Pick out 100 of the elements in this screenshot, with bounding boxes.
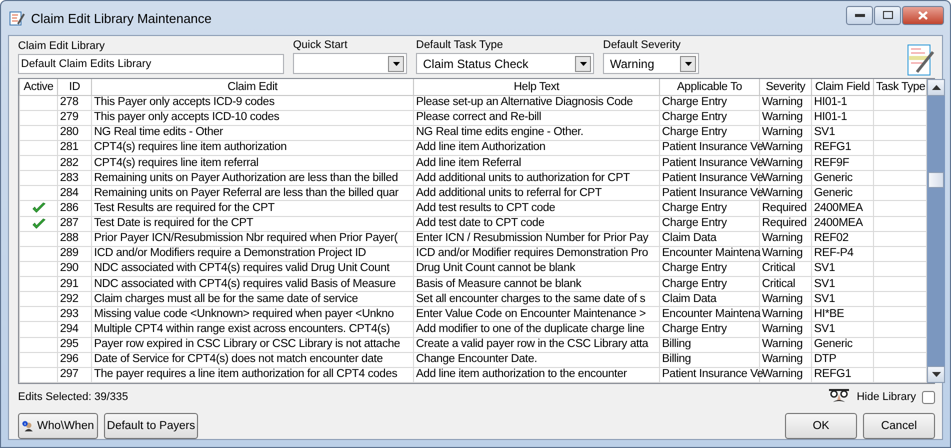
table-cell: Generic [812, 170, 874, 186]
table-cell: Charge Entry [660, 200, 760, 216]
caret-icon [684, 62, 692, 66]
field-label: Default Task Type [416, 38, 504, 52]
table-cell: Warning [760, 125, 812, 140]
table-cell: 296 [58, 352, 92, 368]
field-label: Quick Start [293, 38, 348, 52]
column-header[interactable]: Claim Edit [92, 79, 414, 95]
table-cell: REF-P4 [812, 246, 874, 262]
column-header[interactable]: Claim Field [812, 79, 874, 95]
table-cell: Warning [760, 352, 812, 368]
column-header[interactable]: Help Text [414, 79, 660, 95]
table-cell: Payer row expired in CSC Library or CSC Library is not attache [92, 337, 414, 352]
table-cell: Claim Data [660, 292, 760, 307]
table-cell: Please correct and Re-bill [414, 110, 660, 126]
table-cell: Prior Payer ICN/Resubmission Nbr required when Prior Payer( [92, 231, 414, 246]
app-icon [9, 10, 25, 26]
table-cell: 286 [58, 200, 92, 216]
table-cell: Billing [660, 337, 760, 352]
table-cell: REFG1 [812, 367, 874, 382]
table-cell: Billing [660, 352, 760, 368]
table-cell: Add line item authorization to the encounter [414, 367, 660, 382]
table-cell: 2400MEA [812, 216, 874, 232]
table-cell: Add line item Referral [414, 156, 660, 171]
table-cell: Warning [760, 95, 812, 110]
table-cell: SV1 [812, 292, 874, 307]
table-cell: Charge Entry [660, 322, 760, 337]
table-cell: Encounter Maintena [660, 246, 760, 262]
table-cell: Add test results to CPT code [414, 200, 660, 216]
table-cell: Warning [760, 337, 812, 352]
maximize-button[interactable] [874, 6, 901, 24]
column-header[interactable]: Severity [760, 79, 812, 95]
table-cell: Set all encounter charges to the same date of s [414, 292, 660, 307]
dropdown-button[interactable] [575, 56, 591, 72]
text-field[interactable]: Default Claim Edits Library [18, 54, 284, 74]
table-cell: 297 [58, 367, 92, 382]
scrollbar-thumb[interactable] [928, 172, 944, 188]
table-cell: Test Results are required for the CPT [92, 200, 414, 216]
table-cell: 284 [58, 186, 92, 201]
table-cell: Multiple CPT4 within range exist across encounters. CPT4(s) [92, 322, 414, 337]
table-cell: ICD and/or Modifiers require a Demonstration Project ID [92, 246, 414, 262]
table-cell: REF02 [812, 231, 874, 246]
table-cell: CPT4(s) requires line item authorization [92, 140, 414, 156]
column-header[interactable]: Task Type [874, 79, 926, 95]
table-cell: NDC associated with CPT4(s) requires valid Drug Unit Count [92, 261, 414, 276]
scroll-up-arrow-icon[interactable] [932, 85, 940, 90]
table-cell: Test Date is required for the CPT [92, 216, 414, 232]
minimize-button[interactable] [846, 6, 873, 24]
table-cell: Missing value code <Unknown> required when payer <Unkno [92, 306, 414, 322]
dropdown-button[interactable] [388, 56, 404, 72]
vertical-scrollbar[interactable] [927, 79, 945, 383]
document-edit-icon[interactable] [907, 44, 935, 76]
table-cell: The payer requires a line item authorization for all CPT4 codes [92, 367, 414, 382]
table-cell: 294 [58, 322, 92, 337]
status-text: Edits Selected: 39/335 [18, 391, 128, 403]
caret-icon [580, 62, 586, 66]
table-cell: Charge Entry [660, 110, 760, 126]
table-cell: NG Real time edits - Other [92, 125, 414, 140]
table-cell: ICD and/or Modifier requires Demonstration Pro [414, 246, 660, 262]
dropdown-field[interactable] [293, 53, 407, 74]
table-cell: Warning [760, 110, 812, 126]
dialog-button[interactable]: Default to Payers [104, 413, 198, 439]
table-cell: Claim charges must all be for the same date of service [92, 292, 414, 307]
hide-library-checkbox[interactable] [922, 390, 935, 404]
table-cell: Enter Value Code on Encounter Maintenance > [414, 306, 660, 322]
scroll-down-arrow-icon[interactable] [932, 372, 940, 377]
minimize-icon [854, 14, 864, 16]
table-cell: HI*BE [812, 306, 874, 322]
table-cell: 280 [58, 125, 92, 140]
table-cell: DTP [812, 352, 874, 368]
dialog-button[interactable]: OK [785, 413, 857, 439]
table-cell: 291 [58, 276, 92, 292]
column-header[interactable]: ID [58, 79, 92, 95]
table-cell: This payer only accepts ICD-10 codes [92, 110, 414, 126]
table-cell: Date of Service for CPT4(s) does not match encounter date [92, 352, 414, 368]
column-header[interactable]: Applicable To [660, 79, 760, 95]
close-button[interactable] [902, 6, 944, 24]
dropdown-field[interactable]: Warning [603, 53, 699, 74]
table-cell: HI01-1 [812, 95, 874, 110]
table-cell: REFG1 [812, 140, 874, 156]
dropdown-field[interactable]: Claim Status Check [416, 53, 594, 74]
column-header[interactable]: Active [20, 79, 58, 95]
table-cell: Warning [760, 231, 812, 246]
table-cell: Generic [812, 337, 874, 352]
table-cell: 292 [58, 292, 92, 307]
table-cell: 289 [58, 246, 92, 262]
table-cell: Generic [812, 186, 874, 201]
dialog-button[interactable]: Cancel [863, 413, 935, 439]
table-cell: Charge Entry [660, 95, 760, 110]
table-cell: Enter ICN / Resubmission Number for Prior Pay [414, 231, 660, 246]
table-cell: REF9F [812, 156, 874, 171]
table-cell: 293 [58, 306, 92, 322]
table-cell: Remaining units on Payer Authorization are less than the billed [92, 170, 414, 186]
dropdown-button[interactable] [680, 56, 696, 72]
table-cell: CPT4(s) requires line item referral [92, 156, 414, 171]
table-cell: Drug Unit Count cannot be blank [414, 261, 660, 276]
table-cell: Charge Entry [660, 216, 760, 232]
table-cell: Add line item Authorization [414, 140, 660, 156]
dialog-button[interactable]: Who\When [18, 413, 98, 439]
table-cell: Required [760, 216, 812, 232]
